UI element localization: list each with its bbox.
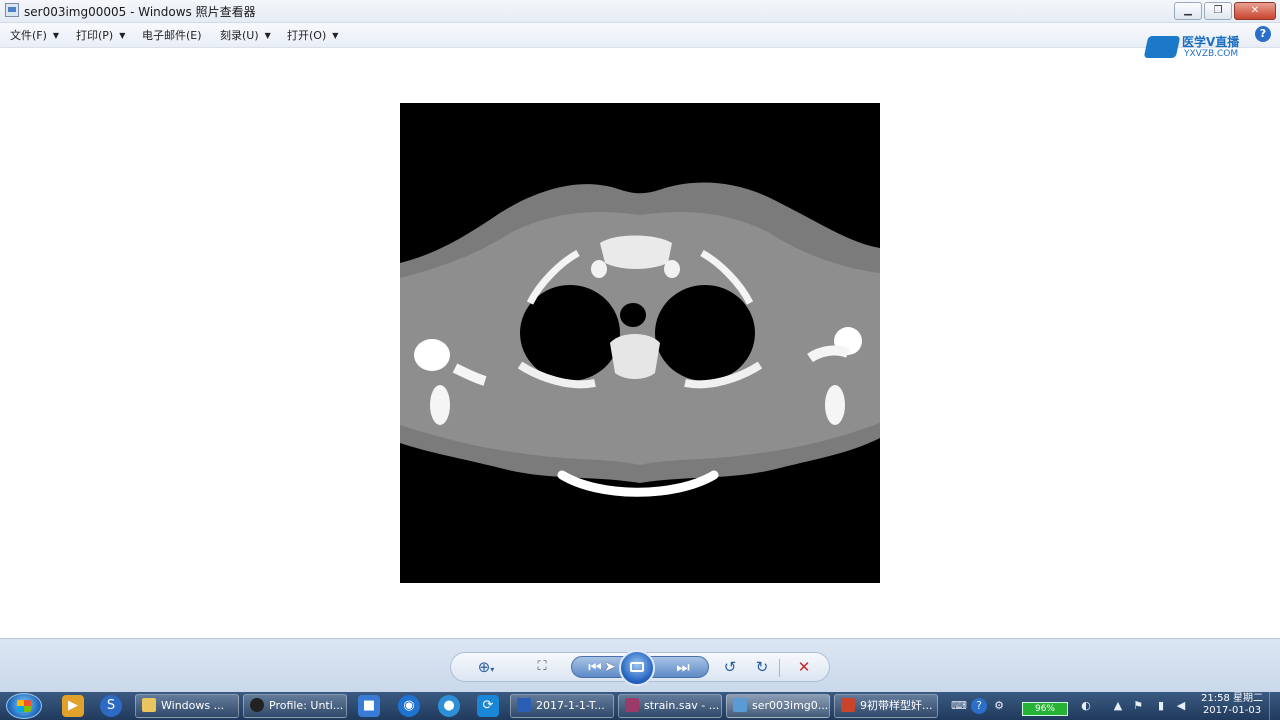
chevron-down-icon: ▼ <box>264 31 271 40</box>
menu-burn-label: 刻录(U) <box>220 29 259 42</box>
minimize-button[interactable]: ▁ <box>1174 2 1202 20</box>
rotate-ccw-icon[interactable]: ↺ <box>719 657 741 677</box>
pinned-app-icon[interactable]: ■ <box>358 695 380 717</box>
window-controls: ▁ ❐ ✕ <box>1174 2 1276 20</box>
taskbar-item-label: 9初带样型奸... <box>860 699 933 712</box>
menu-print[interactable]: 打印(P) ▼ <box>76 27 125 43</box>
sync-icon[interactable]: ⟳ <box>477 695 499 717</box>
taskbar-item-windows[interactable]: Windows ... <box>135 694 239 718</box>
rotate-cw-icon[interactable]: ↻ <box>751 657 773 677</box>
menu-burn[interactable]: 刻录(U) ▼ <box>220 27 271 43</box>
clock-date: 2017-01-03 <box>1202 705 1262 716</box>
show-hidden-icons-icon[interactable]: ▲ <box>1110 698 1126 714</box>
word-icon <box>517 698 531 712</box>
control-bar: ⊕▾ ⛶ ⏮ ⏭ ➤ ↺ ↻ ✕ <box>0 638 1280 693</box>
taskbar-item-profile[interactable]: Profile: Unti... <box>243 694 347 718</box>
title-bar: ser003img00005 - Windows 照片查看器 ▁ ❐ ✕ <box>0 0 1280 23</box>
logo-subtext: YXVZB.COM <box>1184 49 1239 59</box>
chevron-down-icon: ▼ <box>119 31 126 40</box>
divider <box>779 659 780 677</box>
ct-scan-image <box>400 103 880 583</box>
window-title: ser003img00005 - Windows 照片查看器 <box>24 5 256 19</box>
taskbar-item-spss-file[interactable]: strain.sav - ... <box>618 694 722 718</box>
menu-open[interactable]: 打开(O) ▼ <box>287 27 338 43</box>
taskbar-item-label: strain.sav - ... <box>644 699 720 712</box>
logo-text: 医学V直播 <box>1182 35 1240 49</box>
volume-icon[interactable]: ◀ <box>1173 698 1189 714</box>
menu-file[interactable]: 文件(F) ▼ <box>10 27 59 43</box>
action-center-icon[interactable]: ⚑ <box>1130 698 1146 714</box>
battery-indicator[interactable]: 96% <box>1022 702 1068 716</box>
menu-email-label: 电子邮件(E) <box>142 29 202 42</box>
next-icon[interactable]: ⏭ <box>672 657 694 677</box>
help-tray-icon[interactable]: ? <box>971 698 987 714</box>
zoom-icon[interactable]: ⊕▾ <box>475 657 497 677</box>
control-pill: ⊕▾ ⛶ ⏮ ⏭ ➤ ↺ ↻ ✕ <box>450 650 830 686</box>
clock[interactable]: 21:58 星期二 2017-01-03 <box>1196 693 1268 717</box>
ct-scan-graphic <box>400 182 880 497</box>
logo-mark-icon <box>1143 36 1181 58</box>
chevron-down-icon: ▼ <box>52 31 60 40</box>
previous-icon[interactable]: ⏮ <box>584 657 606 677</box>
menu-file-label: 文件(F) <box>10 29 47 42</box>
network-icon[interactable]: ▮ <box>1153 698 1169 714</box>
chevron-down-icon: ▼ <box>332 31 339 40</box>
keyboard-icon[interactable]: ⌨ <box>951 698 967 714</box>
start-button[interactable] <box>6 693 42 719</box>
app-icon <box>250 698 264 712</box>
taskbar: ▶ S Windows ... Profile: Unti... ■ ◉ ● ⟳… <box>0 692 1280 720</box>
menu-bar: 文件(F) ▼ 打印(P) ▼ 电子邮件(E) 刻录(U) ▼ 打开(O) ▼ <box>0 23 1280 48</box>
player-icon[interactable]: ● <box>438 695 460 717</box>
help-icon[interactable]: ? <box>1255 26 1271 42</box>
power-icon[interactable]: ◐ <box>1078 698 1094 714</box>
show-desktop-button[interactable] <box>1269 692 1280 720</box>
taskbar-item-label: 2017-1-1-T... <box>536 699 605 712</box>
powerpoint-icon <box>841 698 855 712</box>
menu-print-label: 打印(P) <box>76 29 114 42</box>
media-player-icon[interactable]: ▶ <box>62 695 84 717</box>
actual-size-icon[interactable]: ⛶ <box>531 657 553 677</box>
photo-viewer-icon <box>733 698 747 712</box>
taskbar-item-label: Profile: Unti... <box>269 699 344 712</box>
menu-open-label: 打开(O) <box>287 29 327 42</box>
taskbar-item-word-document[interactable]: 2017-1-1-T... <box>510 694 614 718</box>
delete-icon[interactable]: ✕ <box>793 657 815 677</box>
taskbar-item-label: ser003img0... <box>752 699 829 712</box>
taskbar-item-photo-viewer[interactable]: ser003img0... <box>726 694 830 718</box>
taskbar-item-powerpoint[interactable]: 9初带样型奸... <box>834 694 938 718</box>
mouse-cursor-icon: ➤ <box>604 659 616 675</box>
menu-email[interactable]: 电子邮件(E) <box>142 27 202 43</box>
spss-icon <box>625 698 639 712</box>
clock-time: 21:58 星期二 <box>1201 693 1263 704</box>
photo-viewer-icon <box>5 3 19 17</box>
internet-icon[interactable]: ◉ <box>398 695 420 717</box>
browser-icon[interactable]: S <box>100 695 122 717</box>
folder-icon <box>142 698 156 712</box>
maximize-button[interactable]: ❐ <box>1204 2 1232 20</box>
slideshow-button[interactable] <box>619 650 655 686</box>
settings-tray-icon[interactable]: ⚙ <box>991 698 1007 714</box>
taskbar-item-label: Windows ... <box>161 699 225 712</box>
close-button[interactable]: ✕ <box>1234 2 1276 20</box>
